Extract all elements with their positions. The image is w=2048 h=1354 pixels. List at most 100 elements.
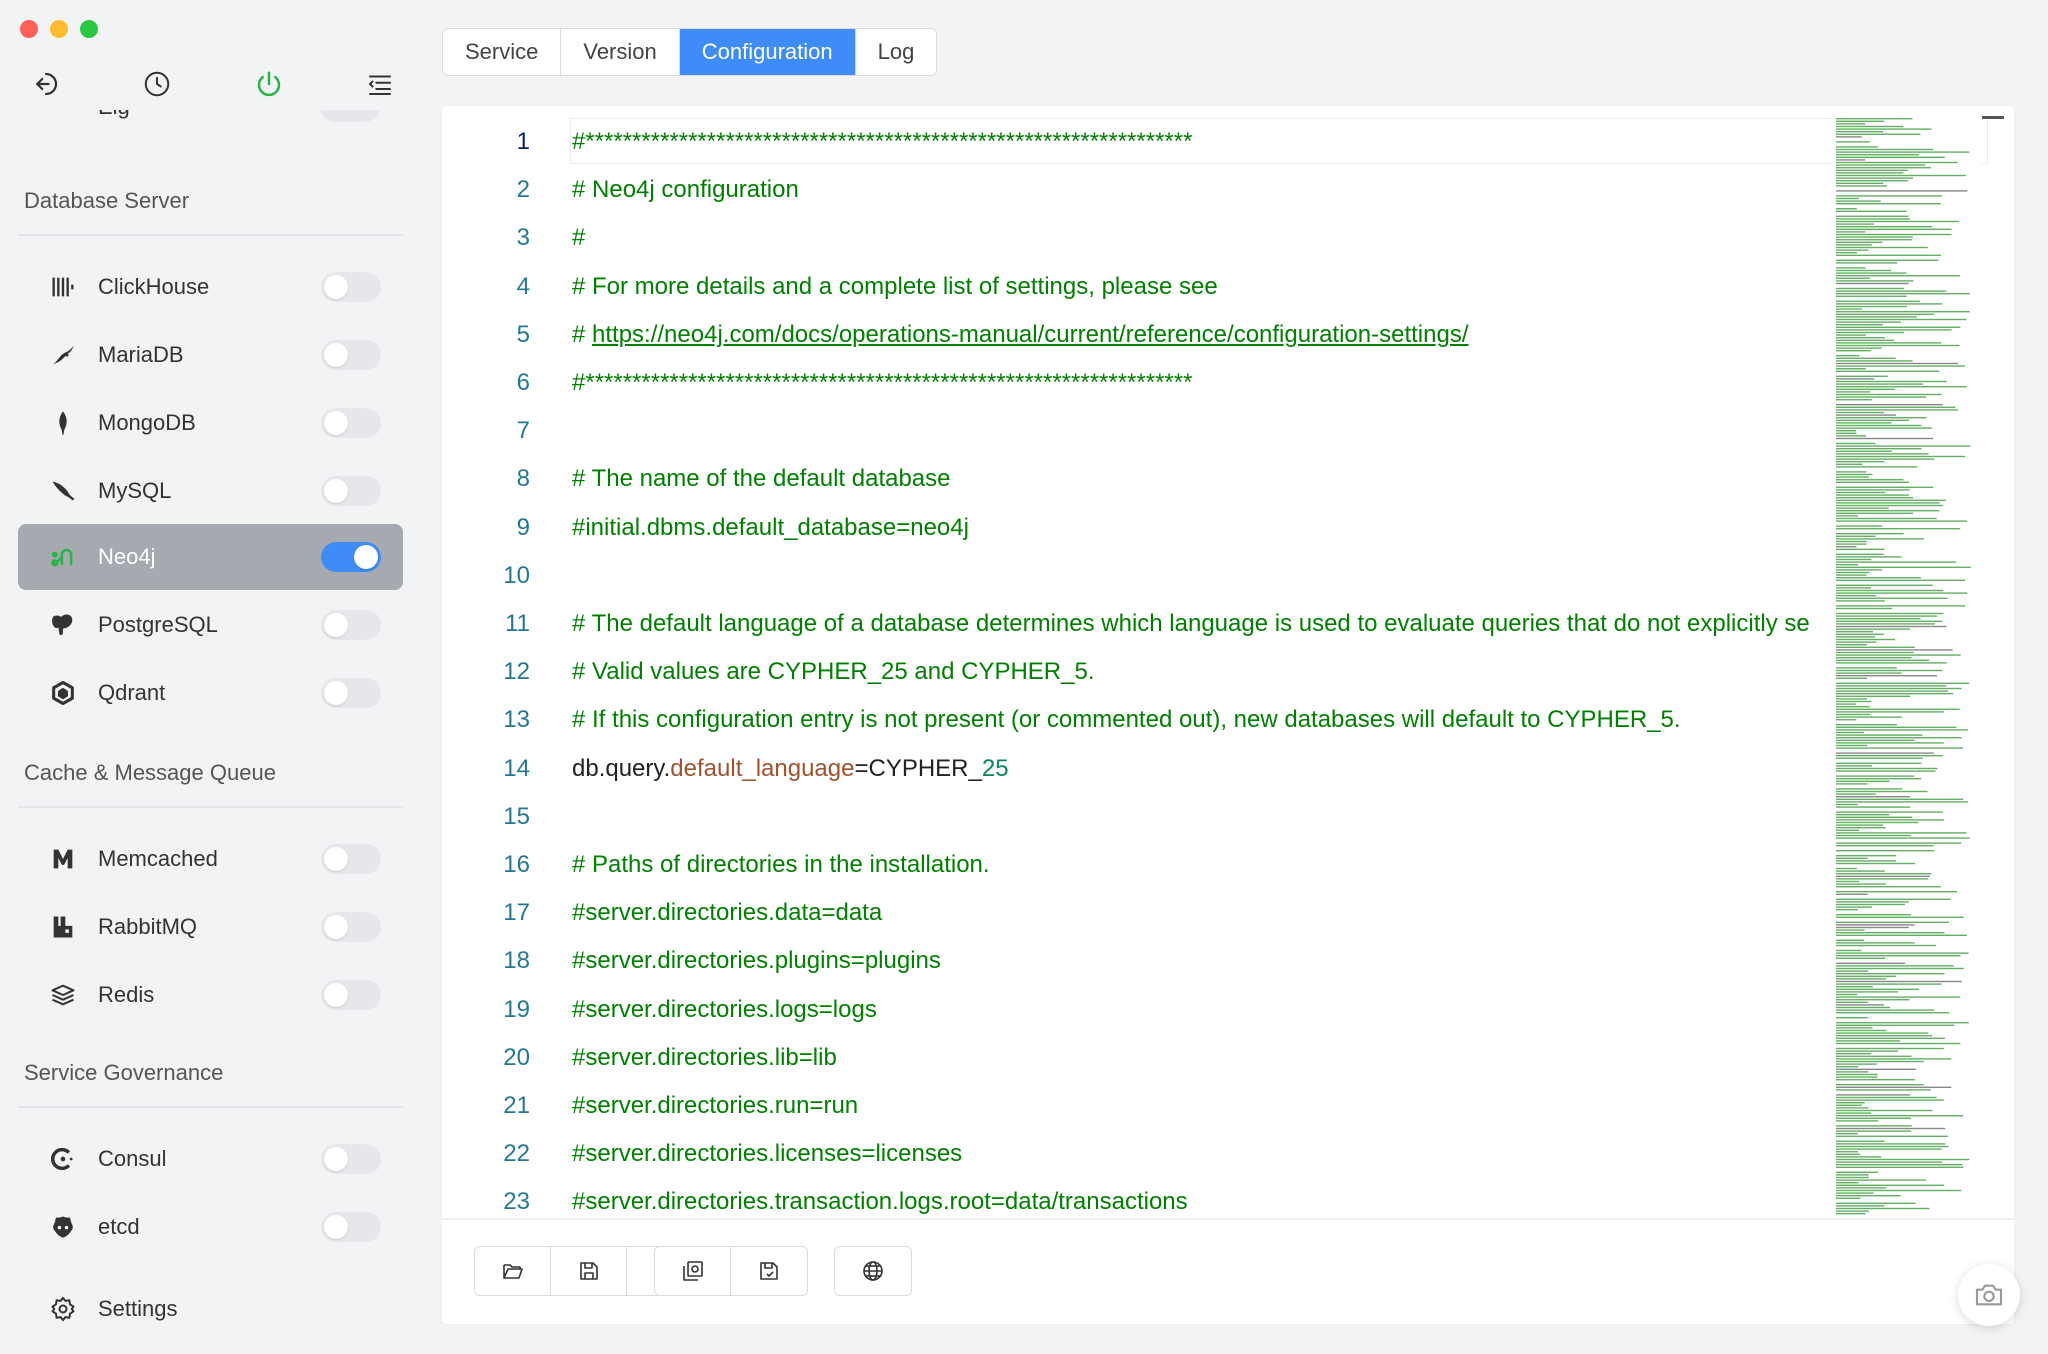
open-folder-button[interactable]: [475, 1247, 551, 1295]
minimap-line: [1836, 131, 1884, 133]
code-line[interactable]: 15: [442, 793, 1832, 841]
code-line[interactable]: 9 #initial.dbms.default_database=neo4j: [442, 504, 1832, 552]
code-line[interactable]: 11 # The default language of a database d…: [442, 600, 1832, 648]
service-toggle[interactable]: [321, 1144, 381, 1174]
code-line[interactable]: 10: [442, 552, 1832, 600]
back-icon[interactable]: [28, 66, 64, 102]
minimap-line: [1836, 195, 1942, 197]
service-toggle[interactable]: [321, 844, 381, 874]
code-line[interactable]: 17 #server.directories.data=data: [442, 889, 1832, 937]
sidebar-item-memcached[interactable]: Memcached: [18, 826, 403, 892]
code-line[interactable]: 23 #server.directories.transaction.logs.r…: [442, 1178, 1832, 1218]
code-editor[interactable]: 1 #**************************************…: [442, 106, 2014, 1218]
minimap-line: [1836, 703, 1857, 705]
sidebar-item-consul[interactable]: Consul: [18, 1126, 403, 1192]
sidebar-item-rabbitmq[interactable]: RabbitMQ: [18, 894, 403, 960]
minimap-line: [1836, 1037, 1945, 1039]
sidebar-item-neo4j[interactable]: Neo4j: [18, 524, 403, 590]
tab-version[interactable]: Version: [561, 29, 680, 75]
scrollbar-indicator[interactable]: [1982, 116, 2004, 119]
code-line[interactable]: 3 #: [442, 214, 1832, 262]
code-line[interactable]: 14 db.query.default_language=CYPHER_25: [442, 745, 1832, 793]
minimap-line: [1836, 672, 1902, 674]
sidebar-item-mongodb[interactable]: MongoDB: [18, 390, 403, 456]
minimap-line: [1836, 1068, 1917, 1070]
code-line[interactable]: 4 # For more details and a complete list …: [442, 263, 1832, 311]
menu-icon[interactable]: [362, 66, 398, 102]
service-toggle[interactable]: [321, 1212, 381, 1242]
code-line[interactable]: 21 #server.directories.run=run: [442, 1082, 1832, 1130]
minimap-line: [1836, 445, 1971, 447]
open-web-button[interactable]: [835, 1247, 911, 1295]
minimap-line: [1836, 463, 1863, 465]
code-line[interactable]: 13 # If this configuration entry is not p…: [442, 696, 1832, 744]
minimap-line: [1836, 326, 1961, 328]
service-toggle[interactable]: [321, 610, 381, 640]
code-line[interactable]: 20 #server.directories.lib=lib: [442, 1034, 1832, 1082]
sidebar-item-mysql[interactable]: MySQL: [18, 458, 403, 524]
code-line[interactable]: 19 #server.directories.logs=logs: [442, 986, 1832, 1034]
history-icon[interactable]: [139, 66, 175, 102]
sidebar-item-mariadb[interactable]: MariaDB: [18, 322, 403, 388]
code-line[interactable]: 6 #**************************************…: [442, 359, 1832, 407]
sidebar-item-settings[interactable]: Settings: [18, 1276, 403, 1342]
code-line[interactable]: 16 # Paths of directories in the installa…: [442, 841, 1832, 889]
minimap-line: [1836, 1084, 1924, 1086]
minimap-line: [1836, 719, 1857, 721]
code-text: #server.directories.lib=lib: [572, 1043, 837, 1071]
minimap-line: [1836, 1096, 1937, 1099]
code-link[interactable]: https://neo4j.com/docs/operations-manual…: [592, 321, 1468, 348]
minimap-line: [1836, 1187, 1886, 1189]
web-button-group: [834, 1246, 912, 1296]
sidebar-item-clickhouse[interactable]: ClickHouse: [18, 254, 403, 320]
code-minimap[interactable]: [1832, 116, 1982, 1216]
minimap-line: [1836, 1213, 1866, 1215]
service-toggle[interactable]: [320, 110, 380, 122]
service-toggle[interactable]: [321, 476, 381, 506]
minimap-line: [1836, 798, 1964, 800]
minimap-line: [1836, 628, 1910, 630]
service-toggle[interactable]: [321, 272, 381, 302]
code-line[interactable]: 5 # https://neo4j.com/docs/operations-man…: [442, 311, 1832, 359]
screenshot-button[interactable]: [1958, 1264, 2020, 1326]
service-toggle[interactable]: [321, 912, 381, 942]
minimap-line: [1836, 569, 1883, 571]
minimap-line: [1836, 1140, 1885, 1142]
code-line[interactable]: 12 # Valid values are CYPHER_25 and CYPHE…: [442, 648, 1832, 696]
sidebar-item-partial[interactable]: ≈ Elg: [18, 110, 403, 136]
service-toggle[interactable]: [321, 408, 381, 438]
sidebar-item-redis[interactable]: Redis: [18, 962, 403, 1028]
save-as-default-button[interactable]: [731, 1247, 807, 1295]
minimap-line: [1836, 641, 1877, 643]
code-line[interactable]: 8 # The name of the default database: [442, 455, 1832, 503]
minimap-line: [1836, 553, 1884, 555]
code-line[interactable]: 1 #**************************************…: [442, 118, 1832, 166]
sidebar-item-postgresql[interactable]: PostgreSQL: [18, 592, 403, 658]
section-title-database-server: Database Server: [24, 188, 190, 213]
code-line[interactable]: 18 #server.directories.plugins=plugins: [442, 937, 1832, 985]
minimap-line: [1836, 473, 1873, 476]
power-icon[interactable]: [251, 66, 287, 102]
code-line[interactable]: 2 # Neo4j configuration: [442, 166, 1832, 214]
load-default-button[interactable]: [655, 1247, 731, 1295]
sidebar-item-etcd[interactable]: etcd: [18, 1194, 403, 1260]
code-line[interactable]: 22 #server.directories.licenses=licenses: [442, 1130, 1832, 1178]
minimap-line: [1836, 962, 1906, 964]
minimap-line: [1836, 1151, 1858, 1153]
code-token: default_language: [670, 754, 855, 782]
minimap-line: [1836, 924, 1915, 926]
sidebar-item-qdrant[interactable]: Qdrant: [18, 660, 403, 726]
minimap-line: [1836, 806, 1911, 808]
code-line[interactable]: 7: [442, 407, 1832, 455]
minimap-line: [1836, 1145, 1949, 1148]
save-button[interactable]: [551, 1247, 627, 1295]
tab-log[interactable]: Log: [856, 29, 937, 75]
service-toggle[interactable]: [321, 542, 381, 572]
tab-configuration[interactable]: Configuration: [679, 29, 856, 75]
service-toggle[interactable]: [321, 678, 381, 708]
minimap-line: [1836, 275, 1961, 277]
minimap-line: [1836, 955, 1961, 957]
tab-service[interactable]: Service: [443, 29, 562, 75]
service-toggle[interactable]: [321, 340, 381, 370]
service-toggle[interactable]: [321, 980, 381, 1010]
